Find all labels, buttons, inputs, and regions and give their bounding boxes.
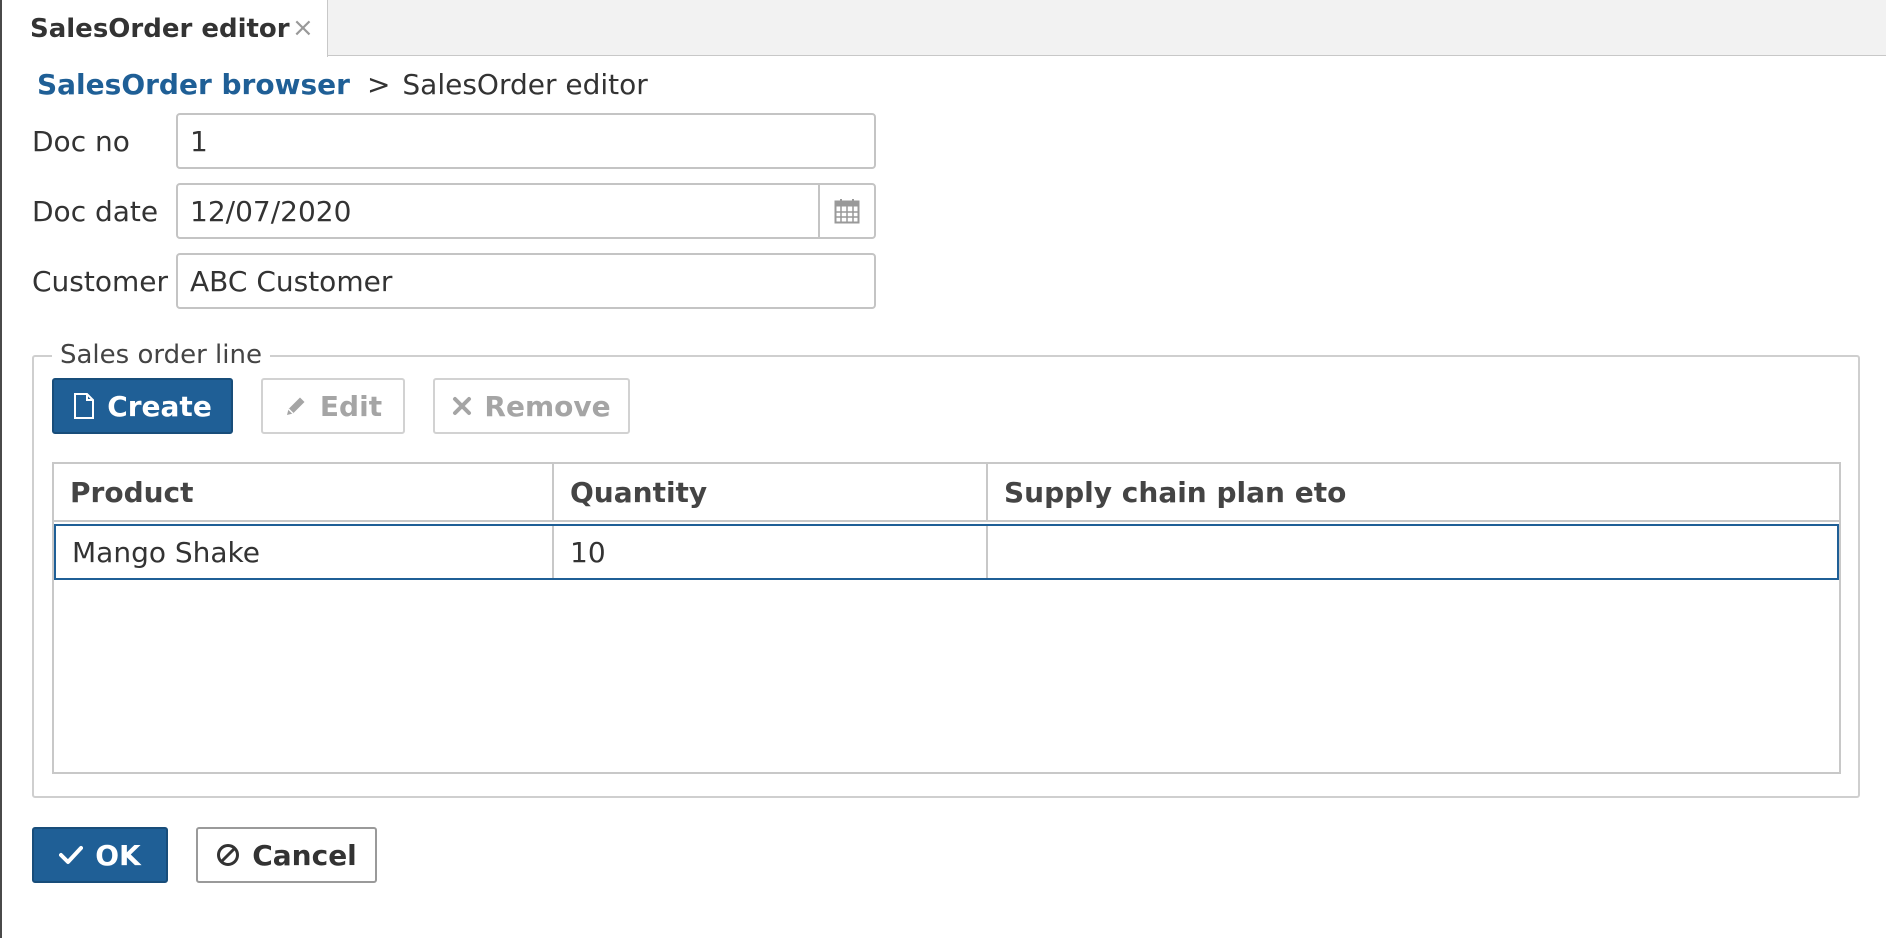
breadcrumb: SalesOrder browser > SalesOrder editor (37, 68, 648, 101)
cell-product: Mango Shake (56, 526, 554, 578)
sales-order-line-legend: Sales order line (52, 340, 270, 370)
times-icon (453, 397, 472, 415)
customer-value: ABC Customer (190, 264, 393, 298)
breadcrumb-current: SalesOrder editor (402, 68, 648, 101)
table-header: Product Quantity Supply chain plan eto (54, 464, 1839, 522)
cell-quantity: 10 (554, 526, 988, 578)
cancel-button[interactable]: Cancel (196, 827, 377, 883)
create-button-label: Create (107, 389, 212, 423)
doc-no-value: 1 (190, 124, 208, 158)
ok-button-label: OK (95, 838, 141, 872)
ok-button[interactable]: OK (32, 827, 168, 883)
breadcrumb-link-salesorder-browser[interactable]: SalesOrder browser (37, 68, 350, 101)
edit-button-label: Edit (319, 389, 383, 423)
remove-button-label: Remove (484, 389, 611, 423)
window-frame: SalesOrder editor × SalesOrder browser >… (0, 0, 1886, 938)
table-row[interactable]: Mango Shake 10 (54, 524, 1839, 580)
customer-field[interactable]: ABC Customer (176, 253, 876, 309)
sales-order-line-table[interactable]: Product Quantity Supply chain plan eto M… (52, 462, 1841, 774)
doc-no-label: Doc no (32, 125, 130, 158)
tab-salesorder-editor[interactable]: SalesOrder editor × (2, 0, 328, 57)
doc-date-value: 12/07/2020 (190, 194, 352, 228)
column-header-supply-chain-plan-eto[interactable]: Supply chain plan eto (988, 464, 1839, 520)
ban-icon (217, 844, 240, 866)
create-button[interactable]: Create (52, 378, 233, 434)
calendar-icon (834, 199, 860, 224)
cancel-button-label: Cancel (252, 838, 357, 872)
tab-title: SalesOrder editor (30, 13, 290, 44)
customer-label: Customer (32, 265, 169, 298)
pencil-icon (286, 397, 305, 415)
close-icon[interactable]: × (292, 14, 314, 42)
column-header-product[interactable]: Product (54, 464, 554, 520)
tab-bar: SalesOrder editor × (2, 0, 1886, 57)
column-header-quantity[interactable]: Quantity (554, 464, 988, 520)
edit-button[interactable]: Edit (261, 378, 405, 434)
doc-date-field[interactable]: 12/07/2020 (176, 183, 876, 239)
date-picker-button[interactable] (818, 185, 874, 237)
file-icon (74, 393, 95, 419)
check-icon (59, 846, 84, 864)
doc-date-label: Doc date (32, 195, 159, 228)
breadcrumb-separator: > (366, 68, 391, 101)
remove-button[interactable]: Remove (433, 378, 630, 434)
doc-no-field[interactable]: 1 (176, 113, 876, 169)
cell-supply-chain-plan-eto (988, 526, 1837, 578)
